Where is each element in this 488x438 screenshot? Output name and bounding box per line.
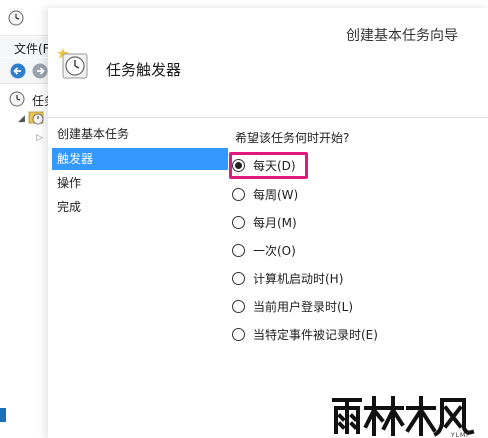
forward-arrow-icon[interactable] (32, 63, 48, 79)
radio-user-logon[interactable]: 当前用户登录时(L) (232, 296, 353, 316)
radio-button[interactable] (232, 215, 245, 229)
menu-file[interactable]: 文件(F (14, 40, 50, 57)
radio-button[interactable] (232, 271, 245, 285)
trigger-question: 希望该任务何时开始? (235, 131, 350, 145)
radio-label: 每周(W) (253, 187, 299, 202)
radio-button[interactable] (232, 299, 245, 313)
expand-icon[interactable]: ◢ (18, 114, 25, 124)
radio-event-logged[interactable]: 当特定事件被记录时(E) (232, 324, 378, 344)
radio-selected-dot (235, 161, 242, 169)
page-title: 任务触发器 (106, 61, 182, 79)
radio-once[interactable]: 一次(O) (232, 240, 296, 260)
radio-daily[interactable]: 每天(D) (232, 155, 296, 175)
radio-monthly[interactable]: 每月(M) (232, 212, 297, 232)
step-finish[interactable]: 完成 (52, 196, 228, 218)
ylmf-watermark-logo: YLMF (332, 396, 475, 438)
clock-icon (9, 91, 25, 107)
radio-button[interactable] (232, 327, 245, 341)
radio-label: 每月(M) (253, 215, 297, 230)
folder-clock-icon[interactable] (28, 109, 46, 126)
back-arrow-icon[interactable] (10, 63, 26, 79)
collapse-icon[interactable]: ▷ (36, 133, 43, 143)
radio-weekly[interactable]: 每周(W) (232, 184, 298, 204)
radio-button[interactable] (232, 187, 245, 201)
radio-label: 一次(O) (253, 243, 296, 258)
radio-label: 当特定事件被记录时(E) (253, 327, 378, 342)
wizard-titlebar[interactable]: 创建基本任务向导 (48, 8, 488, 44)
step-action[interactable]: 操作 (52, 172, 228, 194)
svg-text:YLMF: YLMF (450, 432, 471, 438)
radio-label: 每天(D) (253, 158, 296, 173)
clock-icon (8, 10, 24, 26)
radio-button[interactable] (232, 158, 245, 172)
radio-label: 计算机启动时(H) (253, 271, 344, 286)
radio-label: 当前用户登录时(L) (253, 299, 354, 314)
radio-button[interactable] (232, 243, 245, 257)
window-edge-accent (0, 408, 6, 422)
step-create-basic-task[interactable]: 创建基本任务 (52, 123, 228, 145)
wizard-header (48, 42, 488, 118)
task-clock-icon (57, 48, 88, 79)
step-trigger[interactable]: 触发器 (52, 148, 228, 170)
radio-computer-startup[interactable]: 计算机启动时(H) (232, 268, 343, 288)
